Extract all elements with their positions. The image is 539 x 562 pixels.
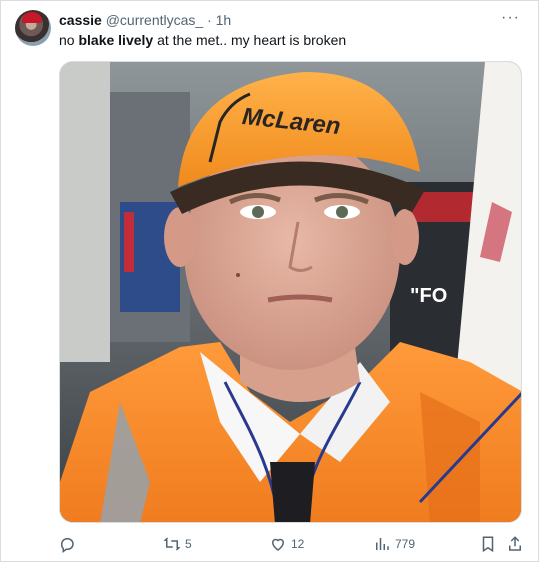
repost-button[interactable]: 5 [163,533,192,555]
bookmark-button[interactable] [479,533,497,555]
like-icon [271,538,285,551]
like-button[interactable]: 12 [269,533,304,555]
views-button[interactable]: 779 [373,533,415,555]
tweet-image[interactable]: "FO McLaren [59,61,522,523]
more-options-icon[interactable]: ··· [501,9,520,27]
reply-icon [60,538,74,553]
repost-count: 5 [185,537,192,551]
share-icon [509,536,521,551]
tweet-text-bold: blake lively [78,32,154,48]
timestamp[interactable]: 1h [216,12,232,28]
repost-icon [163,537,181,551]
svg-text:"FO: "FO [410,285,447,307]
driver-photo: "FO McLaren [60,62,521,522]
reply-button[interactable] [58,533,76,555]
views-icon [376,538,389,550]
like-count: 12 [291,537,305,551]
tweet-card: cassie @currentlycas_ · 1h ··· no blake … [0,0,539,562]
bookmark-icon [482,536,494,553]
tweet-text: no blake lively at the met.. my heart is… [59,32,347,48]
separator-dot: · [207,12,212,28]
tweet-actions: 5 12 779 [1,533,539,555]
user-handle[interactable]: @currentlycas_ [106,12,203,28]
share-button[interactable] [506,533,524,555]
display-name[interactable]: cassie [59,12,102,28]
avatar[interactable] [15,10,51,46]
view-count: 779 [395,537,416,551]
tweet-header: cassie @currentlycas_ · 1h [59,11,231,29]
